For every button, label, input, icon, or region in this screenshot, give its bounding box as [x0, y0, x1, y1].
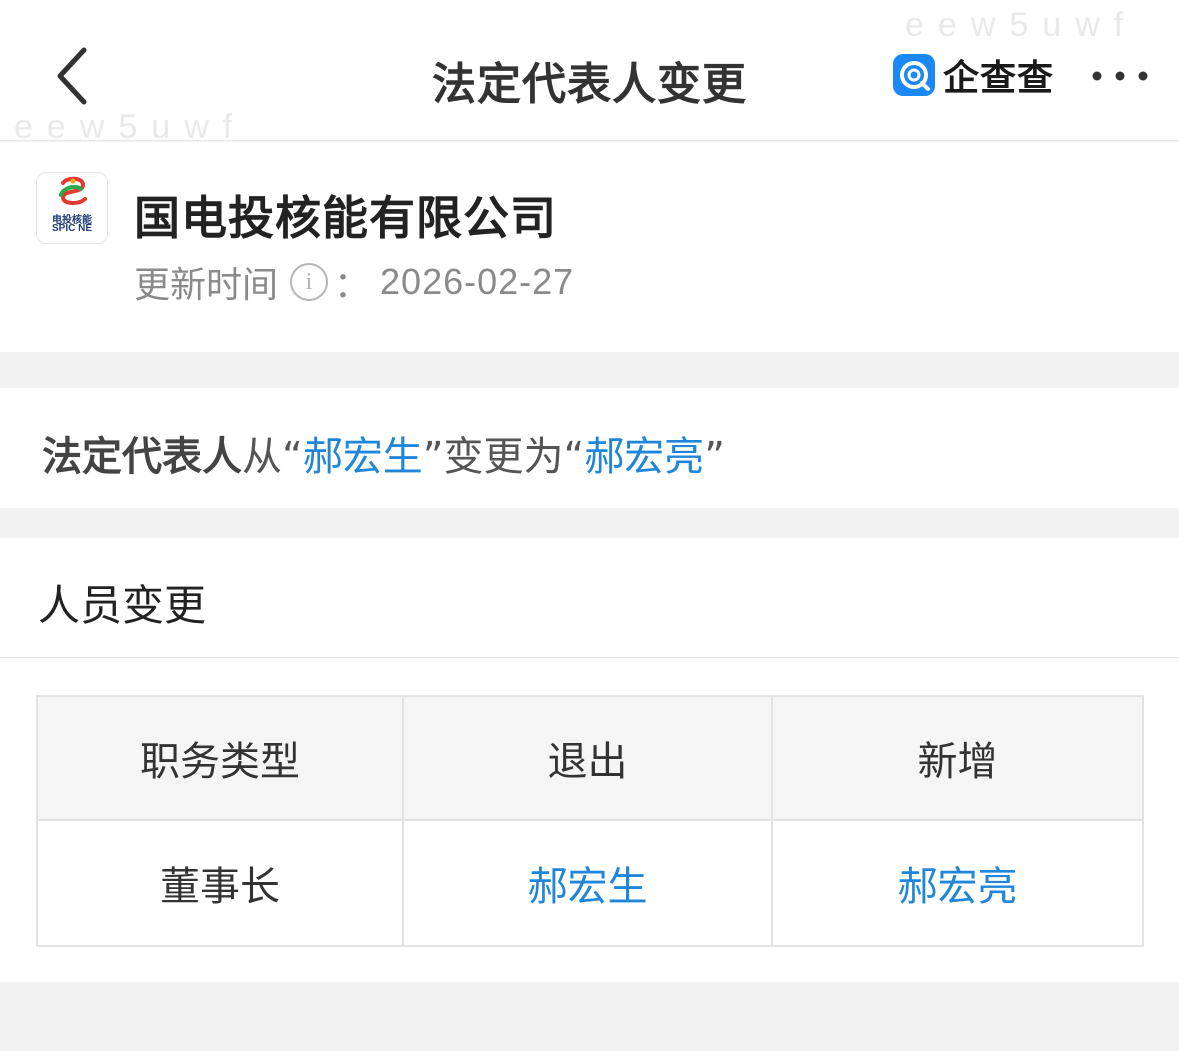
spic-logo-icon: [59, 176, 87, 206]
personnel-table: 职务类型 退出 新增 董事长 郝宏生 郝宏亮: [36, 695, 1144, 947]
watermark-text: eew5uwf: [905, 6, 1138, 44]
cell-added-person-link[interactable]: 郝宏亮: [771, 819, 1144, 947]
back-button[interactable]: [44, 44, 104, 108]
company-card: 电投核能 SPIC NE 国电投核能有限公司 更新时间 i ： 2026-02-…: [0, 142, 1179, 352]
cell-exit-person-link[interactable]: 郝宏生: [402, 819, 773, 947]
page: eew5uwf eew5uwf 法定代表人变更 企查查 电投核能 SPIC NE…: [0, 0, 1179, 1051]
update-separator: ：: [334, 265, 371, 306]
summary-from-text: 从“: [242, 434, 303, 480]
change-summary-card: 法定代表人从“郝宏生”变更为“郝宏亮”: [0, 388, 1179, 508]
brand-logo-icon: [893, 54, 935, 96]
change-summary: 法定代表人从“郝宏生”变更为“郝宏亮”: [42, 424, 725, 482]
company-name[interactable]: 国电投核能有限公司: [134, 182, 557, 248]
table-header-row: 职务类型 退出 新增: [36, 695, 1144, 821]
cell-position: 董事长: [36, 819, 404, 947]
company-logo[interactable]: 电投核能 SPIC NE: [36, 172, 108, 244]
column-header-exit: 退出: [402, 695, 773, 821]
update-date: 2026-02-27: [380, 261, 575, 302]
personnel-change-card: 人员变更 职务类型 退出 新增 董事长 郝宏生 郝宏亮: [0, 538, 1179, 982]
summary-mid-text: ”变更为“: [422, 434, 585, 480]
logo-text-en: SPIC NE: [51, 223, 92, 234]
column-header-position: 职务类型: [36, 695, 404, 821]
nav-header: eew5uwf eew5uwf 法定代表人变更 企查查: [0, 0, 1179, 146]
brand-badge[interactable]: 企查查: [893, 52, 1055, 99]
section-title: 人员变更: [38, 581, 207, 630]
chevron-left-icon: [57, 47, 87, 105]
update-time-row: 更新时间 i ： 2026-02-27: [134, 260, 575, 306]
divider: [0, 657, 1179, 658]
brand-name: 企查查: [943, 58, 1055, 99]
update-label: 更新时间: [134, 265, 279, 306]
old-person-link[interactable]: 郝宏生: [303, 434, 423, 480]
column-header-added: 新增: [771, 695, 1144, 821]
table-row: 董事长 郝宏生 郝宏亮: [36, 819, 1144, 947]
info-icon[interactable]: i: [290, 263, 329, 301]
more-button[interactable]: [1088, 56, 1152, 96]
summary-label: 法定代表人: [42, 434, 242, 480]
more-dots-icon: [1092, 71, 1148, 81]
summary-end-text: ”: [704, 434, 725, 480]
new-person-link[interactable]: 郝宏亮: [584, 434, 704, 480]
